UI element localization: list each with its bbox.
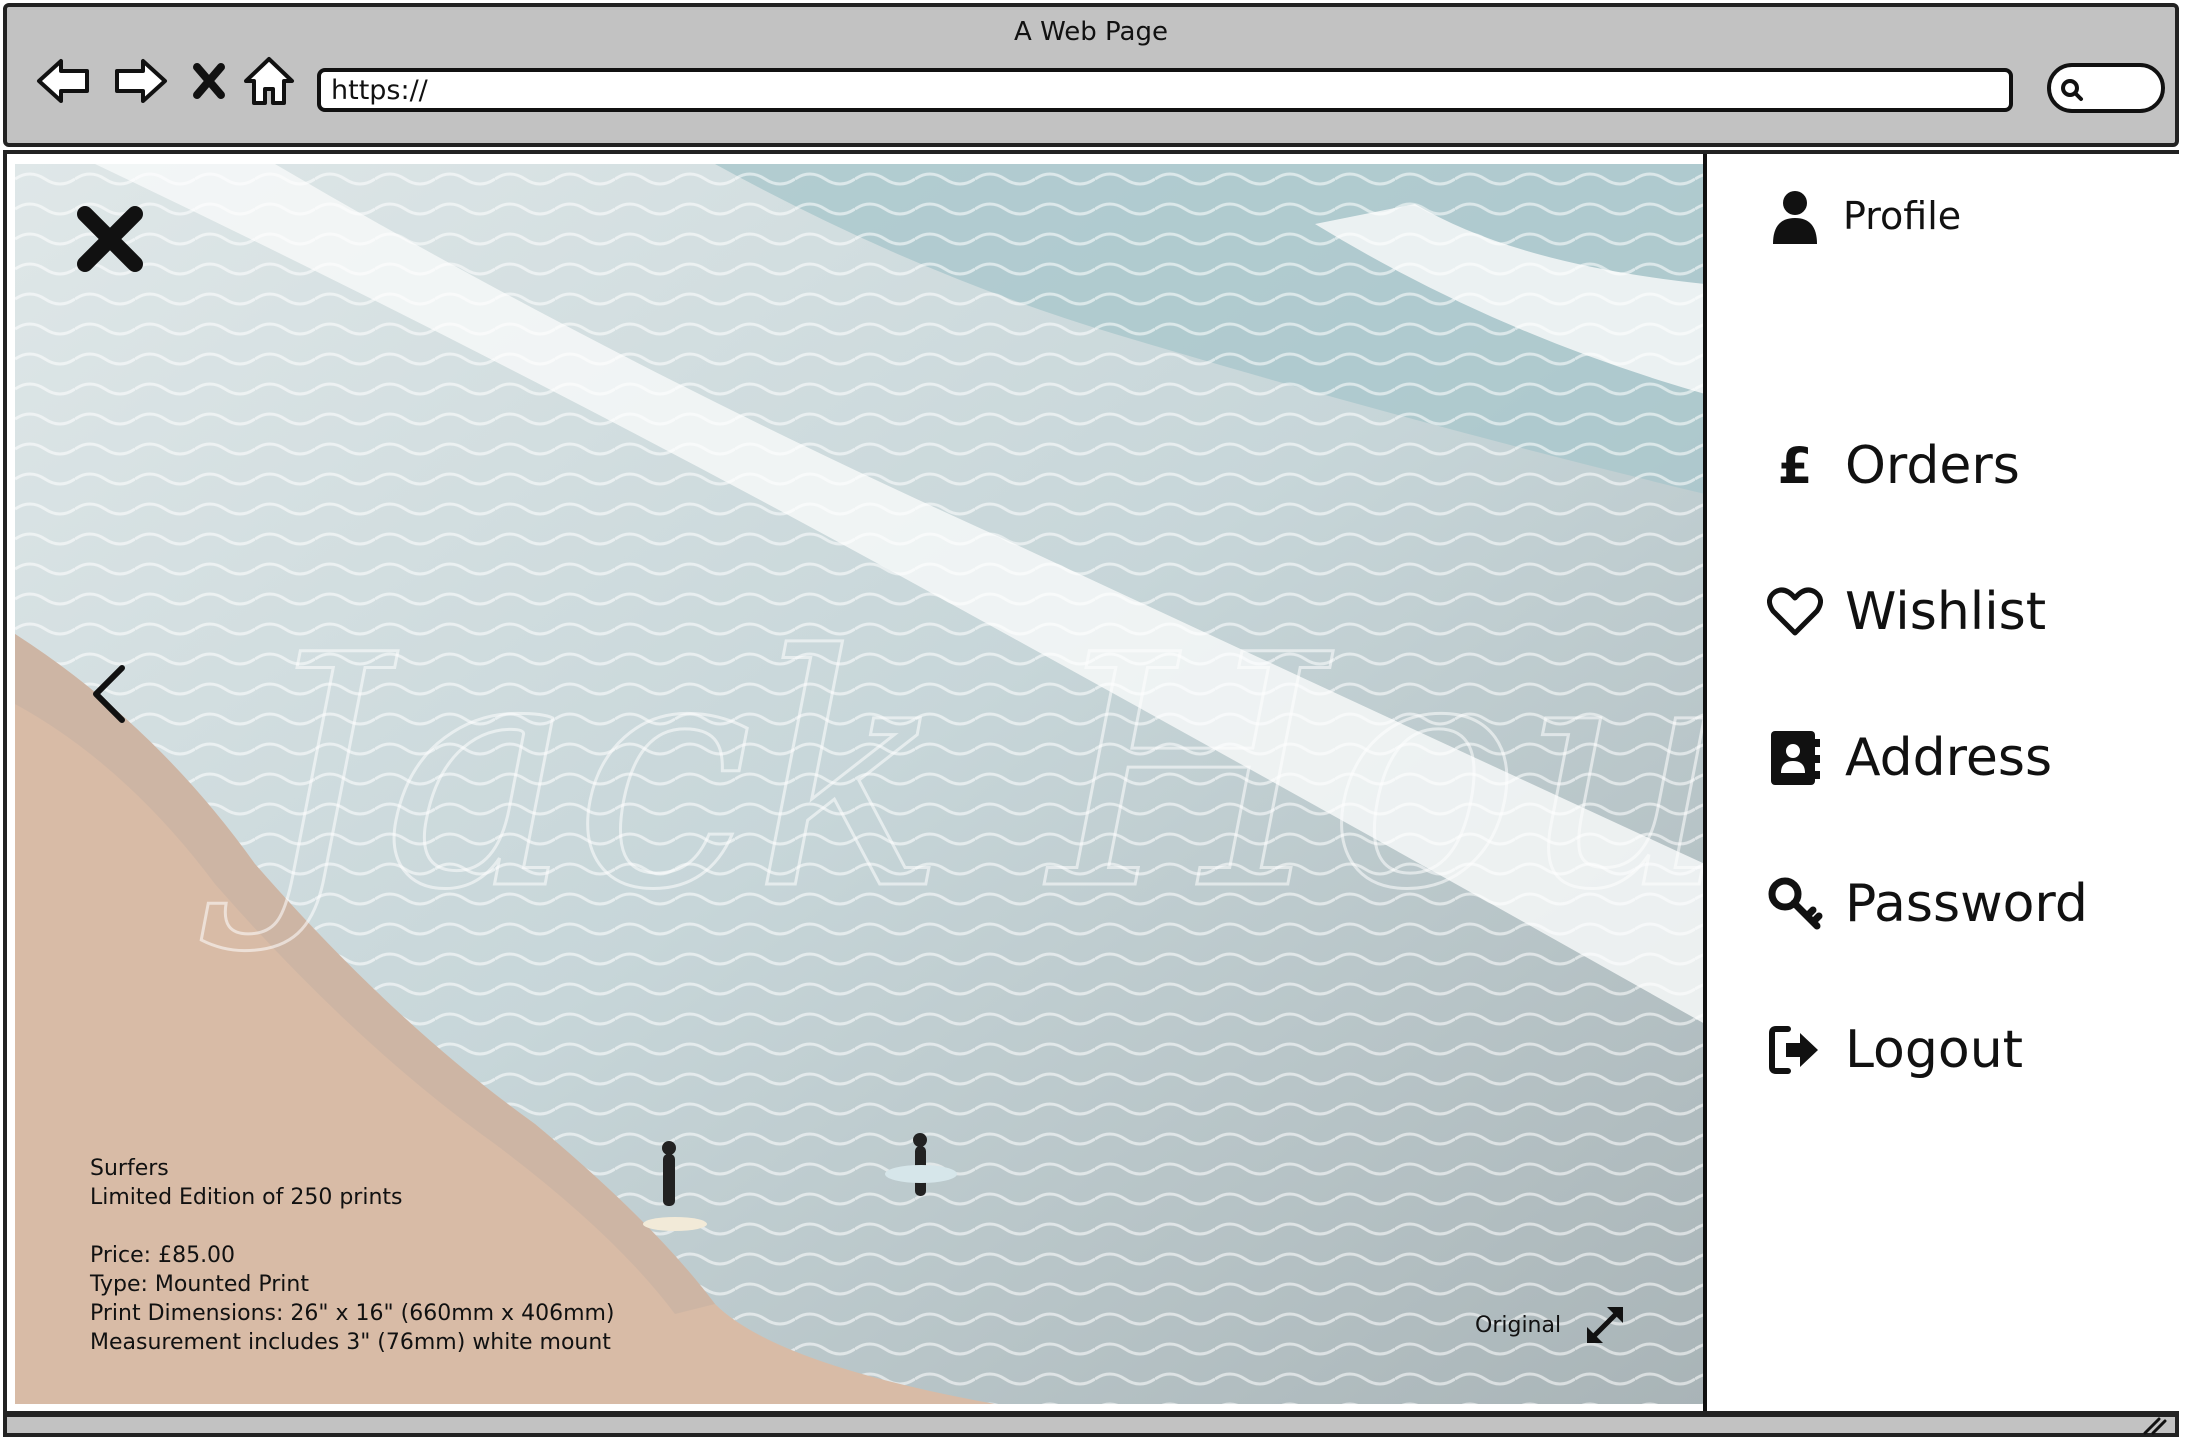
sidebar-item-label: Address — [1845, 728, 2053, 788]
address-book-icon — [1767, 728, 1823, 788]
print-dimensions: Print Dimensions: 26" x 16" (660mm x 406… — [90, 1301, 615, 1326]
close-icon[interactable] — [75, 204, 145, 278]
browser-chrome: A Web Page https:// — [3, 3, 2179, 147]
expand-arrows-icon — [1587, 1307, 1624, 1343]
address-bar[interactable]: https:// — [317, 68, 2013, 112]
home-icon[interactable] — [239, 51, 299, 111]
page-content: Jack Hou Surfers Limited Edition of 250 … — [3, 150, 2179, 1415]
resize-grip-icon[interactable] — [2137, 1415, 2167, 1435]
search-icon — [2061, 79, 2083, 101]
browser-search-field[interactable] — [2047, 63, 2165, 113]
sidebar-item-label: Password — [1845, 874, 2088, 934]
key-icon — [1767, 874, 1823, 934]
stop-x-icon[interactable] — [187, 51, 231, 111]
sidebar-item-profile[interactable]: Profile — [1767, 186, 1961, 246]
sidebar-item-label: Logout — [1845, 1020, 2024, 1080]
sidebar-item-label: Orders — [1845, 436, 2020, 496]
print-title: Surfers — [90, 1156, 169, 1181]
print-info: Surfers Limited Edition of 250 prints Pr… — [90, 1154, 615, 1357]
original-label: Original — [1475, 1312, 1562, 1338]
user-icon — [1767, 186, 1823, 246]
sidebar-item-orders[interactable]: £ Orders — [1767, 436, 2020, 496]
chevron-left-icon[interactable] — [90, 664, 130, 728]
url-text: https:// — [331, 75, 428, 106]
logout-icon — [1767, 1020, 1823, 1080]
print-edition: Limited Edition of 250 prints — [90, 1185, 403, 1210]
sidebar-item-logout[interactable]: Logout — [1767, 1020, 2023, 1080]
sidebar-item-label: Wishlist — [1845, 582, 2047, 642]
print-type: Type: Mounted Print — [90, 1272, 309, 1297]
sidebar-item-password[interactable]: Password — [1767, 874, 2088, 934]
pound-icon: £ — [1777, 437, 1813, 495]
window-title: A Web Page — [1014, 17, 1168, 47]
product-image-viewer: Jack Hou Surfers Limited Edition of 250 … — [15, 164, 1705, 1404]
sidebar-item-address[interactable]: Address — [1767, 728, 2052, 788]
view-original-button[interactable]: Original — [1475, 1301, 1629, 1349]
forward-arrow-icon[interactable] — [111, 51, 171, 111]
svg-text:Jack Hou: Jack Hou — [200, 588, 1705, 960]
print-price: Price: £85.00 — [90, 1243, 236, 1268]
back-arrow-icon[interactable] — [33, 51, 93, 111]
sidebar-item-wishlist[interactable]: Wishlist — [1767, 582, 2046, 642]
sidebar-item-label: Profile — [1843, 194, 1962, 238]
account-sidebar: Profile £ Orders Wishlist Address Passwo… — [1703, 154, 2179, 1411]
status-bar — [3, 1413, 2179, 1437]
heart-icon — [1767, 582, 1823, 642]
print-mount: Measurement includes 3" (76mm) white mou… — [90, 1330, 611, 1355]
